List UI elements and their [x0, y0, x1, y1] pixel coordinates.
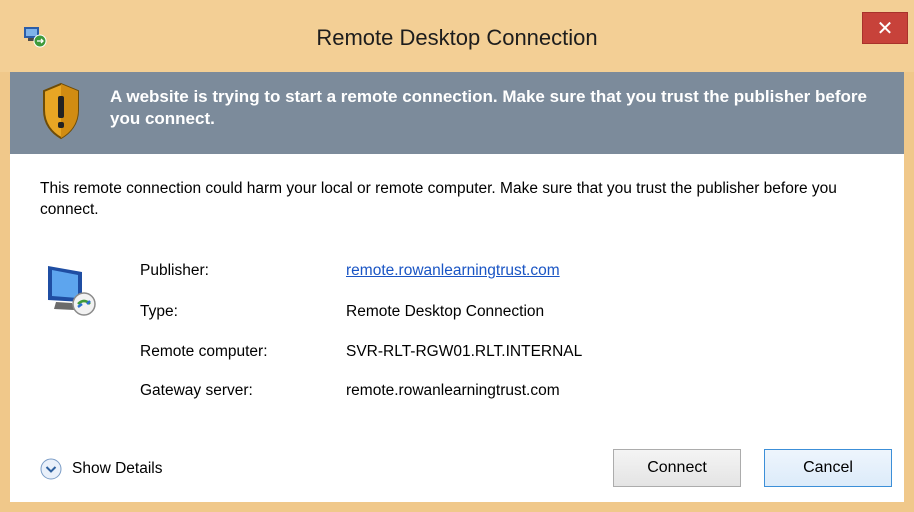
publisher-link[interactable]: remote.rowanlearningtrust.com: [346, 262, 560, 280]
warning-message: This remote connection could harm your l…: [40, 180, 837, 218]
close-button[interactable]: ✕: [862, 12, 908, 44]
warning-shield-icon: [43, 82, 79, 140]
remote-computer-icon: [48, 266, 96, 316]
cancel-button[interactable]: Cancel: [764, 449, 892, 487]
title-bar[interactable]: Remote Desktop Connection ✕: [0, 0, 914, 72]
type-label: Type:: [140, 303, 178, 320]
gateway-server-label: Gateway server:: [140, 382, 253, 399]
dialog-window: Remote Desktop Connection ✕ A website is…: [0, 0, 914, 512]
banner-message: A website is trying to start a remote co…: [110, 87, 867, 128]
window-title: Remote Desktop Connection: [316, 25, 598, 50]
gateway-server-value: remote.rowanlearningtrust.com: [346, 382, 560, 399]
publisher-label: Publisher:: [140, 262, 209, 279]
dialog-content: This remote connection could harm your l…: [10, 154, 904, 502]
remote-computer-value: SVR-RLT-RGW01.RLT.INTERNAL: [346, 343, 583, 360]
remote-computer-label: Remote computer:: [140, 343, 268, 360]
security-banner: A website is trying to start a remote co…: [10, 72, 904, 154]
close-icon: ✕: [876, 18, 894, 40]
connect-button[interactable]: Connect: [613, 449, 741, 487]
show-details-label: Show Details: [72, 460, 163, 477]
chevron-down-icon: [40, 458, 62, 480]
type-value: Remote Desktop Connection: [346, 303, 545, 320]
show-details-toggle[interactable]: Show Details: [40, 457, 162, 481]
